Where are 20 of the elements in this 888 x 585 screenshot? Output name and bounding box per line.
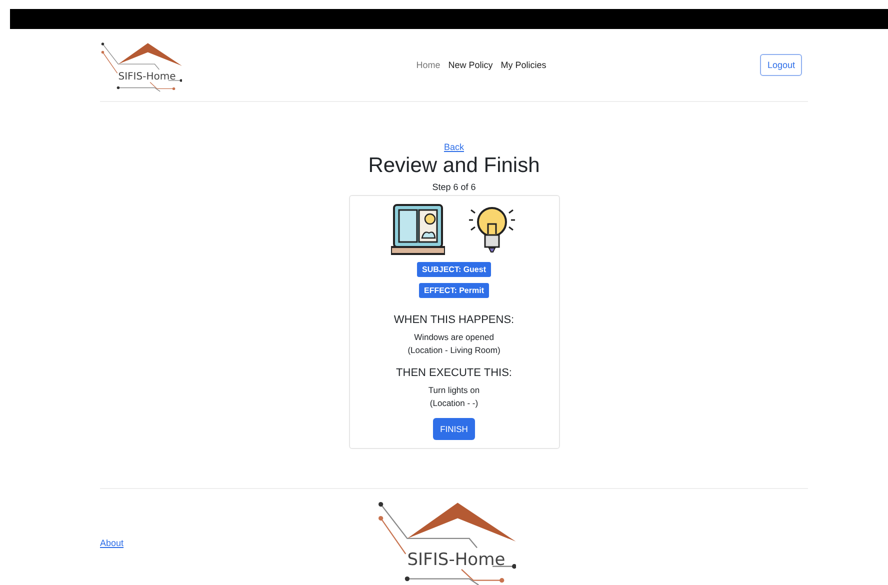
condition-text: (Location - -) bbox=[430, 397, 478, 410]
condition-text: Turn lights on bbox=[428, 384, 480, 397]
logout-button[interactable]: Logout bbox=[760, 54, 802, 76]
page-title: Review and Finish bbox=[368, 154, 540, 178]
nav-link[interactable]: Home bbox=[416, 60, 440, 70]
condition-text: Windows are opened bbox=[414, 331, 494, 344]
nav-link[interactable]: New Policy bbox=[448, 60, 493, 70]
about-link[interactable]: About bbox=[100, 538, 124, 548]
logo: SIFIS-Home bbox=[376, 495, 516, 585]
section-heading: THEN EXECUTE THIS: bbox=[396, 367, 512, 379]
tag: SUBJECT: Guest bbox=[416, 262, 491, 277]
finish-button[interactable]: FINISH bbox=[433, 418, 475, 440]
condition-text: (Location - Living Room) bbox=[408, 344, 500, 357]
tag: EFFECT: Permit bbox=[418, 283, 489, 298]
logo: SIFIS-Home bbox=[100, 35, 182, 95]
nav-link[interactable]: My Policies bbox=[500, 60, 546, 70]
section-heading: WHEN THIS HAPPENS: bbox=[394, 314, 514, 326]
step-indicator: Step 6 of 6 bbox=[432, 182, 476, 192]
back-link[interactable]: Back bbox=[444, 142, 464, 152]
window-icon bbox=[391, 204, 445, 256]
